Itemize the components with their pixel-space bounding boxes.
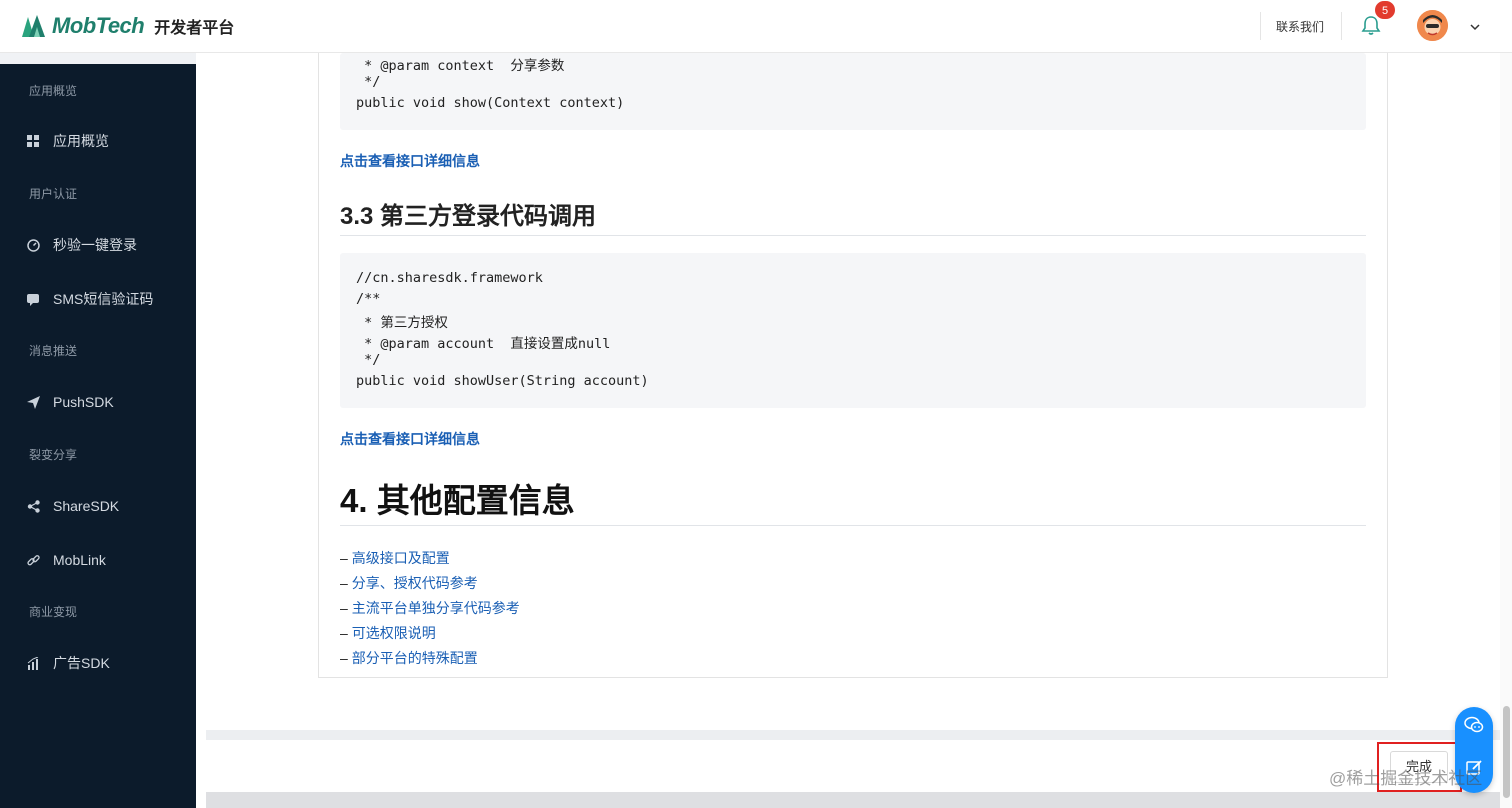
mobtech-logo-icon	[22, 15, 45, 37]
sidebar-item-label: ShareSDK	[53, 498, 120, 514]
brand-name: MobTech	[52, 13, 145, 38]
code-line: * @param context 分享参数	[356, 58, 565, 74]
sidebar-item-label: 广告SDK	[53, 655, 110, 671]
list-item[interactable]: – 主流平台单独分享代码参考	[340, 598, 520, 618]
dashboard-icon	[26, 134, 40, 148]
footer-divider-strip	[206, 730, 1500, 740]
watermark-text: @稀土掘金技术社区	[1329, 769, 1483, 788]
list-item[interactable]: – 分享、授权代码参考	[340, 573, 478, 593]
code-line: //cn.sharesdk.framework	[356, 270, 543, 286]
sidebar-item-one-click-login[interactable]: 秒验一键登录	[26, 234, 137, 256]
sidebar-item-pushsdk[interactable]: PushSDK	[26, 391, 114, 413]
footer-bottom-strip	[206, 792, 1500, 808]
list-dash: –	[340, 650, 348, 666]
message-icon	[26, 292, 40, 306]
chart-icon	[26, 656, 40, 670]
platform-subtitle: 开发者平台	[154, 20, 235, 37]
sidebar	[0, 64, 196, 808]
section-heading-third-party-login: 3.3 第三方登录代码调用	[340, 203, 597, 230]
link-icon	[26, 553, 40, 567]
contact-us-link[interactable]: 联系我们	[1276, 18, 1324, 35]
list-item[interactable]: – 部分平台的特殊配置	[340, 648, 478, 668]
sidebar-item-sharesdk[interactable]: ShareSDK	[26, 495, 119, 517]
notification-badge: 5	[1374, 0, 1396, 20]
heading-divider	[340, 235, 1366, 236]
sidebar-item-label: SMS短信验证码	[53, 291, 154, 307]
code-line: public void showUser(String account)	[356, 373, 649, 389]
code-line: */	[356, 74, 381, 90]
sidebar-item-moblink[interactable]: MobLink	[26, 549, 106, 571]
sidebar-group-overview: 应用概览	[29, 84, 78, 98]
code-line: * @param account 直接设置成null	[356, 336, 611, 352]
heading-divider	[340, 525, 1366, 526]
mobtech-logo[interactable]: MobTech 开发者平台	[20, 10, 234, 42]
list-dash: –	[340, 575, 348, 591]
send-icon	[26, 395, 40, 409]
api-detail-link[interactable]: 点击查看接口详细信息	[340, 151, 480, 171]
sidebar-item-label: MobLink	[53, 552, 106, 568]
list-link[interactable]: 部分平台的特殊配置	[352, 650, 478, 666]
list-link[interactable]: 高级接口及配置	[352, 550, 450, 566]
sidebar-group-auth: 用户认证	[29, 187, 78, 201]
sidebar-item-app-overview[interactable]: 应用概览	[26, 130, 109, 152]
wechat-chat-icon[interactable]	[1464, 716, 1484, 739]
list-item[interactable]: – 可选权限说明	[340, 623, 436, 643]
code-line: */	[356, 352, 381, 368]
code-line: /**	[356, 291, 381, 307]
api-detail-link[interactable]: 点击查看接口详细信息	[340, 429, 480, 449]
share-icon	[26, 499, 40, 513]
section-heading-other-config: 4. 其他配置信息	[340, 482, 575, 519]
code-line: public void show(Context context)	[356, 95, 625, 111]
sidebar-item-label: 应用概览	[53, 133, 109, 149]
list-item[interactable]: – 高级接口及配置	[340, 548, 450, 568]
top-header: MobTech 开发者平台 联系我们 5	[0, 0, 1512, 53]
code-line: * 第三方授权	[356, 315, 448, 331]
sidebar-item-label: PushSDK	[53, 394, 114, 410]
sidebar-group-share: 裂变分享	[29, 448, 78, 462]
list-link[interactable]: 主流平台单独分享代码参考	[352, 600, 520, 616]
sidebar-group-monetization: 商业变现	[29, 605, 78, 619]
sidebar-item-ad-sdk[interactable]: 广告SDK	[26, 652, 110, 674]
code-block-showuser: //cn.sharesdk.framework /** * 第三方授权 * @p…	[340, 253, 1366, 408]
list-dash: –	[340, 625, 348, 641]
sidebar-item-label: 秒验一键登录	[53, 237, 137, 253]
list-link[interactable]: 可选权限说明	[352, 625, 436, 641]
code-block-show: * @param context 分享参数 */ public void sho…	[340, 53, 1366, 130]
scrollbar-track[interactable]	[1500, 53, 1512, 808]
scrollbar-thumb[interactable]	[1503, 706, 1510, 798]
header-divider	[1260, 12, 1261, 40]
list-dash: –	[340, 550, 348, 566]
list-link[interactable]: 分享、授权代码参考	[352, 575, 478, 591]
header-divider	[1341, 12, 1342, 40]
sidebar-group-push: 消息推送	[29, 344, 78, 358]
list-dash: –	[340, 600, 348, 616]
chevron-down-icon[interactable]	[1469, 20, 1481, 38]
sidebar-item-sms[interactable]: SMS短信验证码	[26, 288, 153, 310]
user-avatar[interactable]	[1417, 10, 1448, 41]
speedometer-icon	[26, 238, 40, 252]
